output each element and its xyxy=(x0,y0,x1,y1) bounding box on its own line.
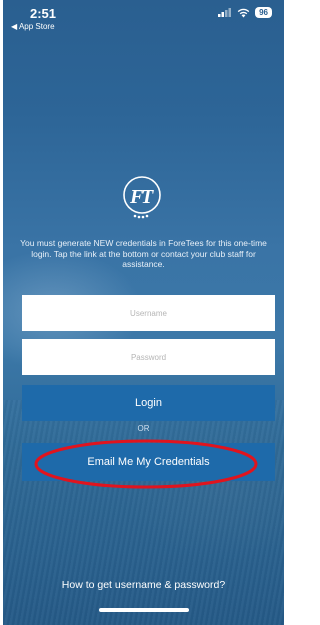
status-time: 2:51 xyxy=(30,6,57,21)
home-indicator[interactable] xyxy=(99,608,189,612)
login-button[interactable]: Login xyxy=(22,385,275,421)
background-texture xyxy=(3,400,284,625)
svg-text:T: T xyxy=(141,186,154,208)
signal-icon xyxy=(218,8,232,17)
password-input[interactable] xyxy=(22,339,275,375)
back-to-app-store[interactable]: ◀ App Store xyxy=(11,22,55,31)
status-indicators: 96 xyxy=(218,7,272,18)
battery-icon: 96 xyxy=(255,7,272,18)
back-label: App Store xyxy=(18,22,55,31)
login-notice: You must generate NEW credentials in For… xyxy=(20,238,267,269)
or-divider: OR xyxy=(137,424,150,433)
foretees-logo: F T xyxy=(123,176,161,219)
email-credentials-button[interactable]: Email Me My Credentials xyxy=(22,443,275,481)
login-screen: 2:51 ◀ App Store 96 F T You must generat… xyxy=(3,0,284,625)
wifi-icon xyxy=(237,8,250,17)
back-arrow-icon: ◀ xyxy=(11,22,18,31)
help-link[interactable]: How to get username & password? xyxy=(3,579,284,591)
username-input[interactable] xyxy=(22,295,275,331)
